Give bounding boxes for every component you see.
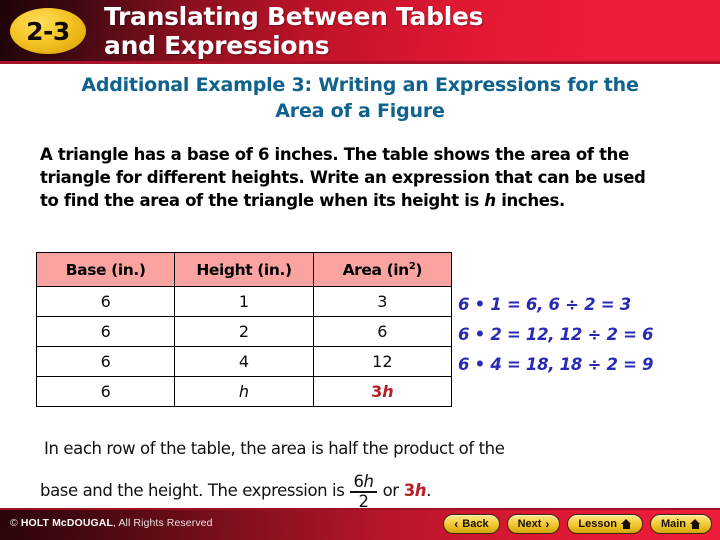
final-answer-coefficient: 3: [403, 481, 415, 500]
example-subtitle: Additional Example 3: Writing an Express…: [6, 72, 714, 124]
problem-text-part2: inches.: [495, 191, 565, 210]
cell-area: 3: [312, 286, 453, 317]
copyright-brand: HOLT McDOUGAL: [20, 517, 113, 529]
home-icon: [690, 519, 701, 529]
area-data-table: Base (in.) Height (in.) Area (in2) 6 1 3…: [35, 252, 453, 407]
back-button-label: Back: [462, 518, 489, 530]
table-row: 6 4 12: [35, 346, 453, 377]
slide-header: 2-3 Translating Between Tables and Expre…: [0, 0, 720, 64]
main-button[interactable]: Main: [649, 514, 712, 534]
fraction-numerator-coefficient: 6: [353, 471, 364, 491]
page-title: Translating Between Tables and Expressio…: [104, 2, 704, 60]
slide-footer: © HOLT McDOUGAL, All Rights Reserved ‹ B…: [0, 508, 720, 540]
table-body: 6 1 3 6 2 6 6 4 12 6 h 3h: [35, 286, 453, 407]
copyright-notice: © HOLT McDOUGAL, All Rights Reserved: [10, 517, 213, 529]
cell-height-variable: h: [174, 376, 314, 407]
table-row: 6 h 3h: [35, 376, 453, 407]
column-header-height: Height (in.): [174, 252, 314, 287]
conclusion-text: In each row of the table, the area is ha…: [40, 428, 690, 512]
answer-coefficient: 3: [371, 382, 383, 401]
cell-base: 6: [35, 376, 176, 407]
problem-variable: h: [484, 191, 496, 210]
copyright-symbol: ©: [10, 517, 18, 529]
next-button-label: Next: [517, 518, 542, 530]
home-icon: [620, 519, 632, 529]
expression-fraction: 6h 2: [350, 471, 377, 511]
navigation-buttons: ‹ Back Next › Lesson Main: [443, 514, 712, 534]
chevron-left-icon: ‹: [454, 517, 459, 531]
column-header-area-paren: ): [415, 260, 423, 279]
answer-variable: h: [382, 382, 394, 401]
page-title-line1: Translating Between Tables: [104, 2, 484, 31]
equation-row: 6 • 2 = 12, 12 ÷ 2 = 6: [458, 325, 654, 344]
final-answer-expression: 3h: [403, 470, 427, 512]
example-subtitle-line1: Additional Example 3: Writing an Express…: [81, 74, 639, 96]
cell-height: 1: [174, 286, 314, 317]
cell-base: 6: [35, 286, 176, 317]
footer-divider: [0, 508, 720, 510]
equation-list: 6 • 1 = 6, 6 ÷ 2 = 3 6 • 2 = 12, 12 ÷ 2 …: [458, 290, 716, 380]
conclusion-period: .: [426, 481, 432, 500]
table-header-row-group: Base (in.) Height (in.) Area (in2): [35, 252, 453, 287]
cell-base: 6: [35, 316, 176, 347]
column-header-area-text: Area (in: [342, 260, 410, 279]
column-header-base: Base (in.): [35, 252, 176, 287]
slide-root: 2-3 Translating Between Tables and Expre…: [0, 0, 720, 540]
header-divider: [0, 61, 720, 64]
lesson-button-label: Lesson: [578, 518, 617, 530]
conclusion-line2-prefix: base and the height. The expression is: [40, 481, 345, 500]
cell-area: 12: [312, 346, 453, 377]
conclusion-line2: base and the height. The expression is 6…: [40, 470, 690, 512]
cell-area: 6: [312, 316, 453, 347]
table-row: 6 1 3: [35, 286, 453, 317]
example-subtitle-line2: Area of a Figure: [275, 100, 445, 122]
lesson-number-badge: 2-3: [10, 8, 86, 54]
fraction-numerator-variable: h: [363, 471, 374, 491]
page-title-line2: and Expressions: [104, 31, 330, 60]
equation-row: 6 • 1 = 6, 6 ÷ 2 = 3: [458, 295, 631, 314]
next-button[interactable]: Next ›: [506, 514, 561, 534]
fraction-numerator: 6h: [350, 471, 376, 492]
chevron-right-icon: ›: [545, 517, 550, 531]
copyright-rest: , All Rights Reserved: [112, 517, 213, 529]
lesson-button[interactable]: Lesson: [567, 514, 643, 534]
equation-row: 6 • 4 = 18, 18 ÷ 2 = 9: [458, 355, 654, 374]
back-button[interactable]: ‹ Back: [443, 514, 500, 534]
main-button-label: Main: [660, 518, 686, 530]
final-answer-variable: h: [414, 481, 427, 500]
cell-height: 4: [174, 346, 314, 377]
table-header-row: Base (in.) Height (in.) Area (in2): [35, 252, 453, 287]
conclusion-line1: In each row of the table, the area is ha…: [44, 439, 505, 458]
conclusion-or-word: or: [382, 481, 399, 500]
cell-area-expression: 3h: [312, 376, 453, 407]
table-row: 6 2 6: [35, 316, 453, 347]
cell-height: 2: [174, 316, 314, 347]
column-header-area: Area (in2): [312, 252, 453, 287]
cell-base: 6: [35, 346, 176, 377]
problem-statement: A triangle has a base of 6 inches. The t…: [40, 143, 660, 212]
lesson-number-label: 2-3: [26, 16, 70, 46]
